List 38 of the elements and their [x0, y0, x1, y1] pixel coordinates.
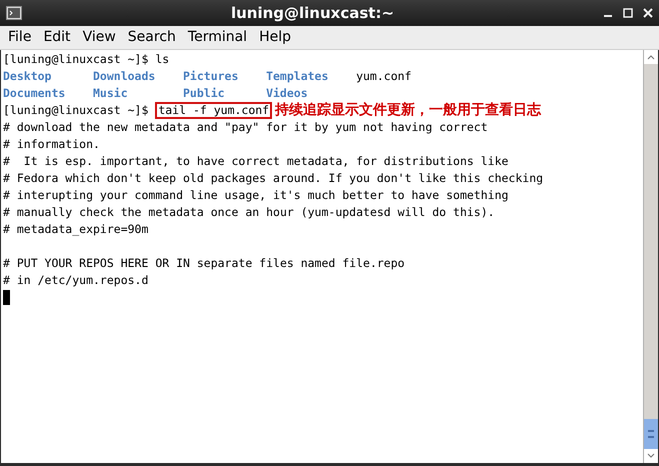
terminal-icon — [6, 6, 22, 20]
output-line: # manually check the metadata once an hour (yum-updatesd will do this). — [3, 205, 495, 219]
text-cursor — [3, 290, 10, 305]
menu-item[interactable]: Edit — [37, 27, 77, 48]
close-icon[interactable] — [643, 8, 653, 18]
window-title: luning@linuxcast:~ — [230, 2, 394, 24]
output-line: # PUT YOUR REPOS HERE OR IN separate files named file.repo — [3, 256, 405, 270]
output-line: # metadata_expire=90m — [3, 222, 148, 236]
directory-name: Downloads — [93, 69, 156, 83]
directory-name: Videos — [266, 86, 308, 100]
command-text: ls — [155, 51, 170, 68]
output-line: # information. — [3, 137, 100, 151]
directory-name: Public — [183, 86, 225, 100]
highlighted-command: tail -f yum.conf — [155, 102, 272, 119]
directory-name: Desktop — [3, 69, 52, 83]
directory-name: Music — [93, 86, 128, 100]
output-line: # It is esp. important, to have correct metadata, for distributions like — [3, 154, 508, 168]
output-line: # in /etc/yum.repos.d — [3, 273, 148, 287]
menu-item[interactable]: View — [76, 27, 122, 48]
scroll-up-icon[interactable] — [644, 50, 658, 64]
menu-item[interactable]: File — [2, 27, 38, 48]
annotation-text: 持续追踪显示文件更新，一般用于查看日志 — [275, 102, 542, 119]
directory-name: Templates — [266, 69, 328, 83]
directory-name: Pictures — [183, 69, 238, 83]
directory-name: Documents — [3, 86, 66, 100]
menu-item[interactable]: Search — [122, 27, 182, 48]
output-line: # Fedora which don't keep old packages around. If you don't like this checking — [3, 171, 544, 185]
menu-item[interactable]: Terminal — [182, 27, 254, 48]
file-name: yum.conf — [356, 69, 412, 83]
shell-prompt: [luning@linuxcast ~]$ — [3, 102, 150, 119]
scroll-down-icon[interactable] — [644, 449, 658, 463]
maximize-icon[interactable] — [623, 8, 633, 18]
menu-item[interactable]: Help — [253, 27, 297, 48]
shell-prompt: [luning@linuxcast ~]$ — [3, 51, 150, 68]
output-line: # interupting your command line usage, it's much better to have something — [3, 188, 508, 202]
scrollbar-thumb[interactable] — [644, 419, 658, 449]
output-line: # download the new metadata and "pay" for it by yum not having correct — [3, 120, 488, 134]
scrollbar[interactable] — [643, 50, 658, 463]
